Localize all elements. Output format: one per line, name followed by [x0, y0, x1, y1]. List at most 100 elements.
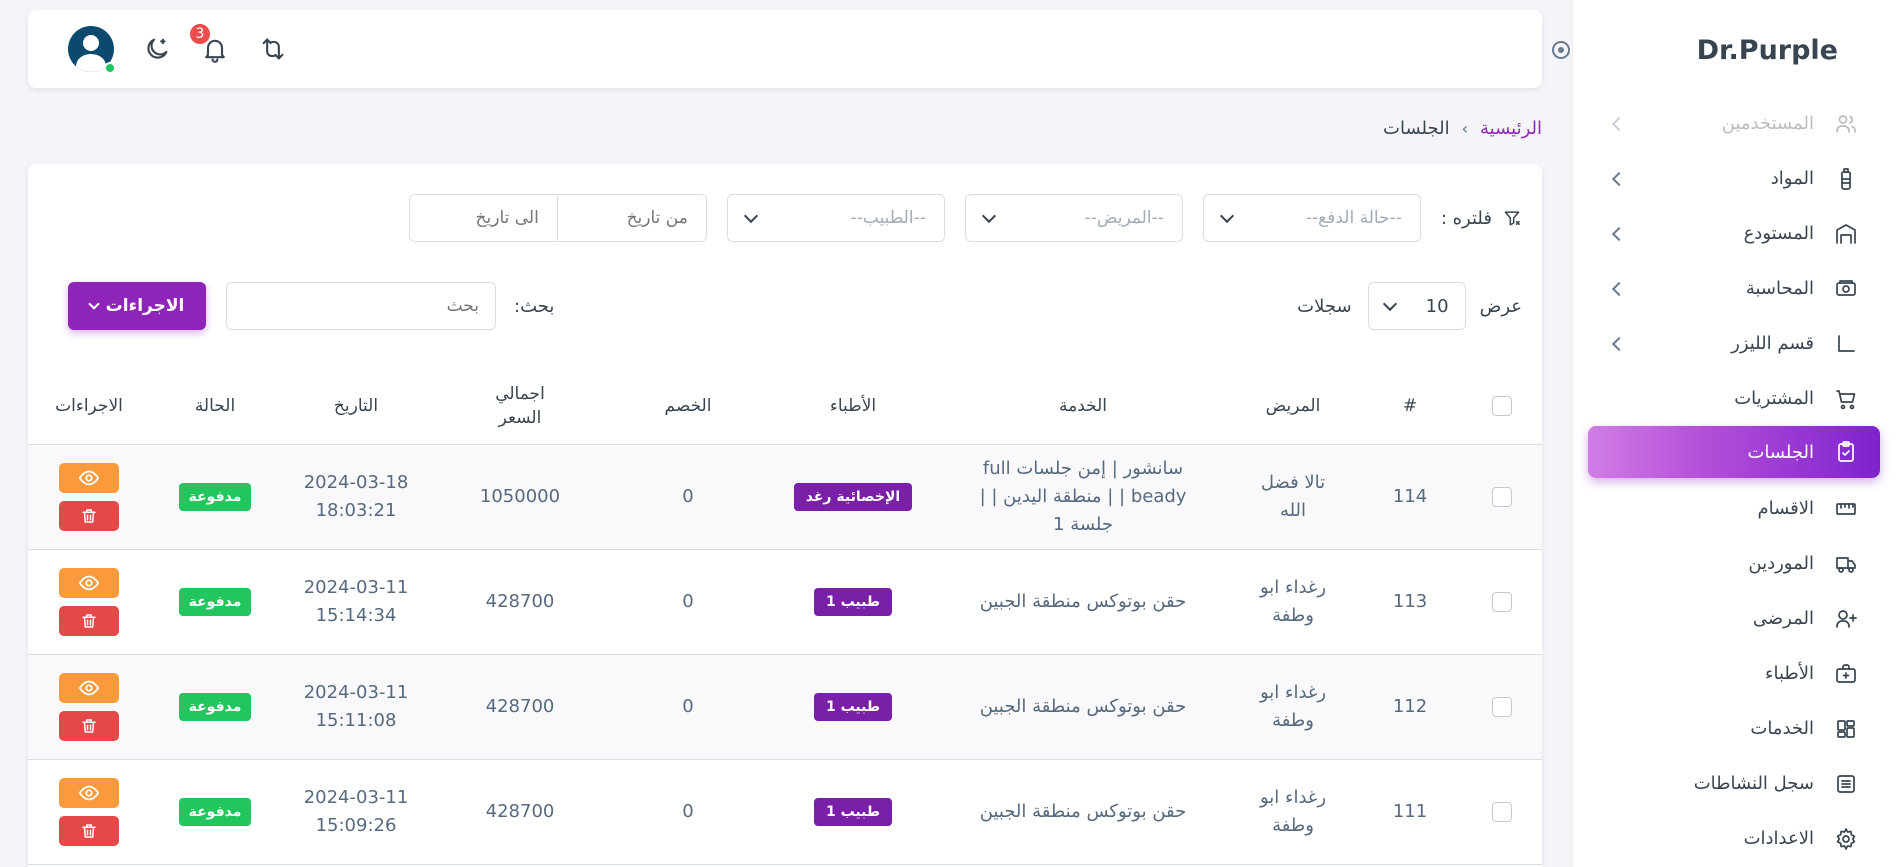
trash-icon: [80, 507, 98, 525]
cell-discount: 0: [608, 444, 768, 550]
date-range: [408, 194, 707, 242]
cell-status: مدفوعة: [150, 759, 280, 865]
service-text: حقن بوتوكس منطقة الجبين: [979, 800, 1187, 822]
header-status[interactable]: الحالة: [150, 368, 280, 445]
date-value: 2024-03-11: [303, 786, 409, 808]
medical-case-icon: [1834, 662, 1858, 686]
sidebar-item-label: سجل النشاطات: [1693, 773, 1814, 794]
sidebar-item-7[interactable]: الاقسام: [1588, 481, 1880, 536]
delete-button[interactable]: [59, 605, 119, 636]
show-label: عرض: [1479, 295, 1522, 317]
row-checkbox[interactable]: [1492, 696, 1512, 717]
delete-button[interactable]: [59, 815, 119, 846]
sidebar-item-label: الاعدادات: [1743, 828, 1814, 849]
row-checkbox[interactable]: [1492, 801, 1512, 822]
sidebar-item-12[interactable]: سجل النشاطات: [1588, 756, 1880, 811]
doctor-badge: طبيب 1: [813, 798, 893, 826]
cell-num: 113: [1358, 549, 1462, 655]
cell-doctor: طبيب 1: [768, 654, 938, 760]
user-avatar[interactable]: [68, 26, 116, 74]
sidebar-item-1[interactable]: المواد: [1588, 151, 1880, 206]
to-date-input[interactable]: [409, 195, 558, 241]
chevron-down-icon: [1382, 296, 1397, 311]
search-input[interactable]: [226, 282, 496, 330]
row-checkbox[interactable]: [1492, 486, 1512, 507]
header-actions: الاجراءات: [28, 368, 150, 445]
date-value: 2024-03-11: [303, 576, 409, 598]
eye-icon: [78, 782, 100, 804]
view-button[interactable]: [59, 462, 119, 493]
sidebar-item-13[interactable]: الاعدادات: [1588, 811, 1880, 866]
row-checkbox[interactable]: [1492, 591, 1512, 612]
page-length-select[interactable]: 10: [1367, 282, 1466, 330]
view-button[interactable]: [59, 777, 119, 808]
sidebar-item-10[interactable]: الأطباء: [1588, 646, 1880, 701]
list-icon: [1834, 772, 1858, 796]
header-discount[interactable]: الخصم: [608, 368, 768, 445]
header-num[interactable]: #: [1358, 368, 1462, 445]
view-button[interactable]: [59, 567, 119, 598]
header-total[interactable]: اجمالي السعر: [432, 368, 608, 445]
patient-name: رغداء ابو وطفة: [1259, 681, 1327, 731]
eye-icon: [78, 572, 100, 594]
sidebar-item-8[interactable]: الموردين: [1588, 536, 1880, 591]
cell-patient: رغداء ابو وطفة: [1228, 549, 1358, 655]
cell-date: 2024-03-11 15:09:26: [280, 759, 432, 865]
sync-icon[interactable]: [258, 34, 288, 64]
cell-doctor: طبيب 1: [768, 549, 938, 655]
payment-status-placeholder: --حالة الدفع--: [1305, 208, 1402, 228]
table-row: 113 رغداء ابو وطفة حقن بوتوكس منطقة الجبين…: [28, 549, 1542, 655]
cell-total: 1050000: [432, 444, 608, 550]
doctor-badge: الإخصائية رغد: [793, 483, 913, 511]
payment-status-select[interactable]: --حالة الدفع--: [1202, 194, 1421, 242]
sidebar-item-3[interactable]: المحاسبة: [1588, 261, 1880, 316]
sidebar-item-label: قسم الليزر: [1731, 333, 1814, 354]
header-service[interactable]: الخدمة: [938, 368, 1228, 445]
sidebar-item-11[interactable]: الخدمات: [1588, 701, 1880, 756]
ruler-icon: [1834, 497, 1858, 521]
sidebar-item-0[interactable]: المستخدمين: [1588, 96, 1880, 151]
sidebar-item-label: الجلسات: [1747, 441, 1814, 463]
patient-select[interactable]: --المريض--: [964, 194, 1183, 242]
time-value: 15:09:26: [315, 814, 397, 836]
dark-mode-moon-icon[interactable]: [142, 34, 172, 64]
header-date[interactable]: التاريخ: [280, 368, 432, 445]
sidebar-item-label: المشتريات: [1734, 388, 1814, 409]
doctor-select[interactable]: --الطبيب--: [726, 194, 945, 242]
cell-status: مدفوعة: [150, 654, 280, 760]
records-label: سجلات: [1297, 295, 1352, 317]
breadcrumb-home-link[interactable]: الرئيسية: [1480, 118, 1542, 139]
users-icon: [1834, 112, 1858, 136]
table-header-row: # المريض الخدمة الأطباء الخصم اجمالي الس…: [28, 368, 1542, 445]
sidebar-item-2[interactable]: المستودع: [1588, 206, 1880, 261]
patient-name: رغداء ابو وطفة: [1259, 576, 1327, 626]
chevron-down-icon: [1219, 208, 1234, 223]
grid-icon: [1834, 717, 1858, 741]
truck-icon: [1834, 552, 1858, 576]
delete-button[interactable]: [59, 710, 119, 741]
filter-icon: [1504, 211, 1521, 226]
cell-doctor: طبيب 1: [768, 759, 938, 865]
cell-actions: [28, 549, 150, 655]
sidebar-item-5[interactable]: المشتريات: [1588, 371, 1880, 426]
sidebar-item-6[interactable]: الجلسات: [1588, 426, 1880, 478]
header-doctors[interactable]: الأطباء: [768, 368, 938, 445]
sidebar-item-9[interactable]: المرضى: [1588, 591, 1880, 646]
brand: Dr.Purple: [1552, 28, 1838, 72]
sidebar-toggle-icon[interactable]: [1552, 41, 1570, 59]
sidebar-item-label: المحاسبة: [1745, 278, 1814, 299]
view-button[interactable]: [59, 672, 119, 703]
sidebar-item-4[interactable]: قسم الليزر: [1588, 316, 1880, 371]
cell-num: 111: [1358, 759, 1462, 865]
cell-actions: [28, 759, 150, 865]
delete-button[interactable]: [59, 500, 119, 531]
cell-patient: رغداء ابو وطفة: [1228, 654, 1358, 760]
status-badge: مدفوعة: [178, 693, 252, 721]
bell-icon[interactable]: 3: [188, 22, 230, 64]
service-text: حقن بوتوكس منطقة الجبين: [979, 590, 1187, 612]
bulk-actions-button[interactable]: الاجراءات: [68, 282, 206, 330]
search-label: بحث:: [514, 295, 555, 317]
from-date-input[interactable]: [557, 195, 706, 241]
header-patient[interactable]: المريض: [1228, 368, 1358, 445]
select-all-checkbox[interactable]: [1492, 395, 1512, 416]
